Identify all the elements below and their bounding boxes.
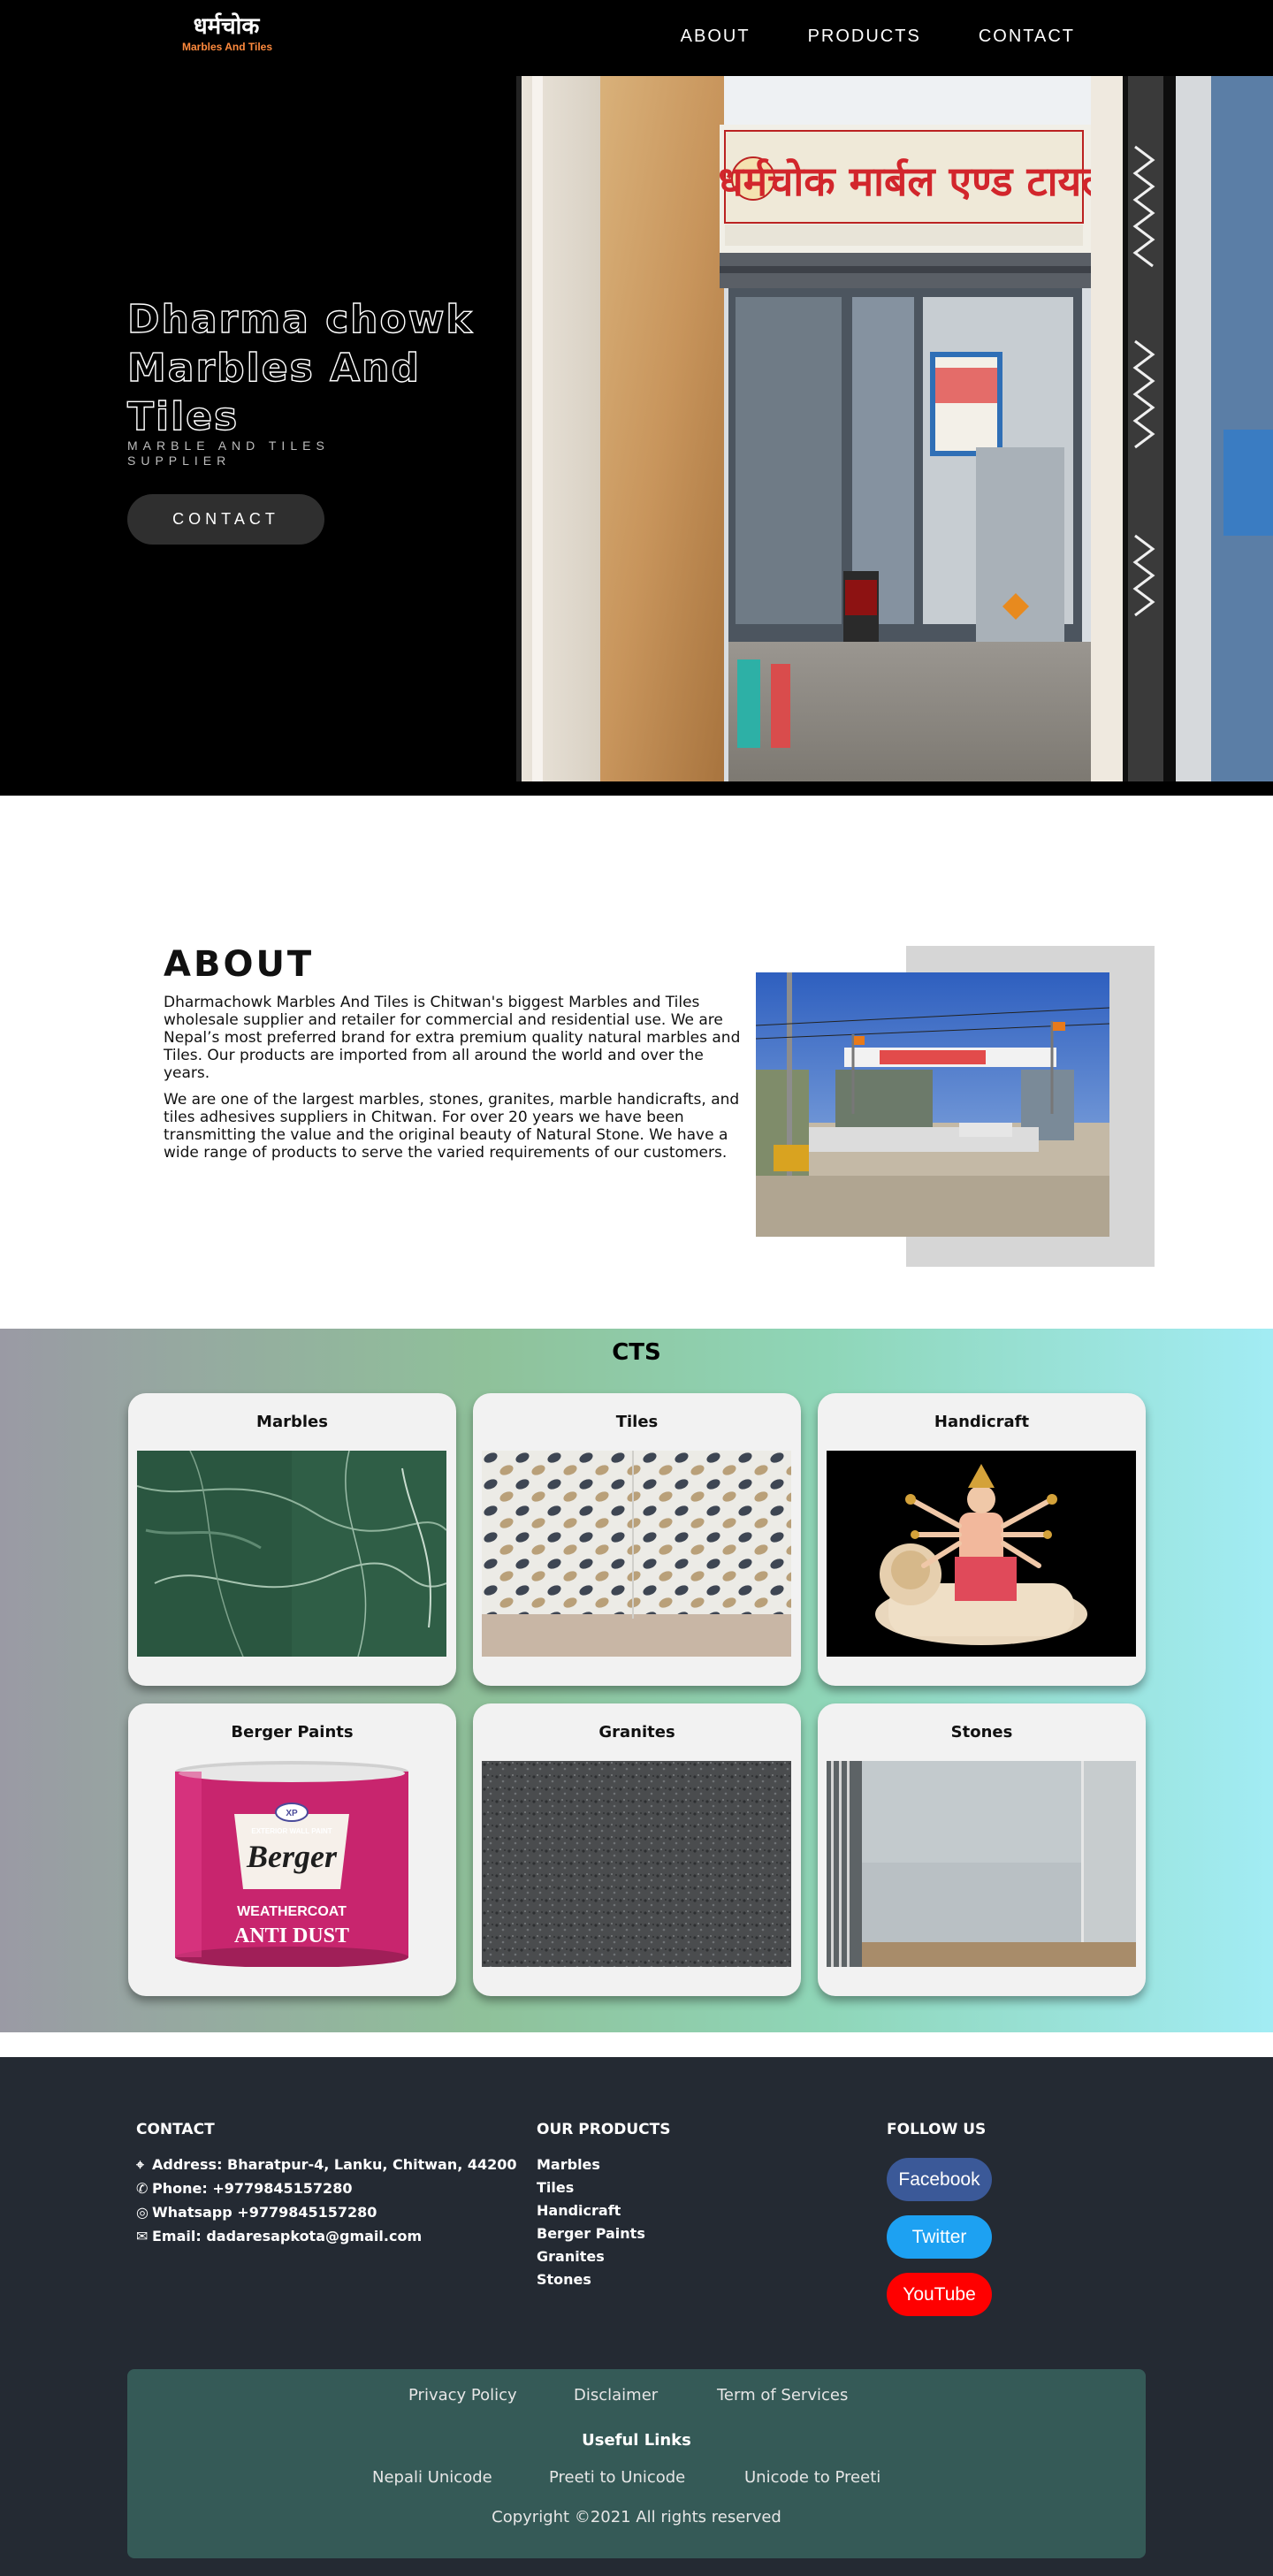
about-paragraph-1: Dharmachowk Marbles And Tiles is Chitwan… xyxy=(164,994,741,1082)
products-title: CTS xyxy=(612,1339,661,1366)
preeti-to-unicode-link[interactable]: Preeti to Unicode xyxy=(549,2468,685,2487)
nav-links: ABOUT PRODUCTS CONTACT xyxy=(681,27,1075,47)
product-card-title: Tiles xyxy=(615,1413,659,1431)
footer-product-link-handicraft[interactable]: Handicraft xyxy=(537,2202,621,2219)
site-logo[interactable]: धर्मचोक Marbles And Tiles xyxy=(182,12,273,53)
logo-subtitle: Marbles And Tiles xyxy=(182,41,273,53)
marbles-image xyxy=(137,1451,446,1657)
footer-product-link-berger-paints[interactable]: Berger Paints xyxy=(537,2225,645,2242)
location-pin-icon: ⌖ xyxy=(136,2156,145,2173)
product-card-title: Stones xyxy=(950,1723,1013,1741)
berger-paint-can-image: XP EXTERIOR WALL PAINT Berger WEATHERCOA… xyxy=(137,1761,446,1967)
about-title: ABOUT xyxy=(164,944,315,985)
berger-line2-text: ANTI DUST xyxy=(234,1924,349,1947)
product-card-granites[interactable]: Granites xyxy=(473,1703,801,1996)
phone-icon: ✆ xyxy=(136,2180,149,2197)
nav-link-contact[interactable]: CONTACT xyxy=(979,27,1075,47)
disclaimer-link[interactable]: Disclaimer xyxy=(574,2386,658,2405)
berger-brand-text: Berger xyxy=(246,1839,338,1874)
handicraft-image xyxy=(827,1451,1136,1657)
whatsapp-icon: ◎ xyxy=(136,2204,149,2221)
shop-sign-text: धर्मचोक मार्बल एण्ड टायल्स xyxy=(718,157,1129,205)
nepali-unicode-link[interactable]: Nepali Unicode xyxy=(372,2468,492,2487)
granites-image xyxy=(482,1761,791,1967)
top-navbar: धर्मचोक Marbles And Tiles ABOUT PRODUCTS… xyxy=(0,0,1273,76)
twitter-button[interactable]: Twitter xyxy=(887,2215,992,2259)
nav-link-products[interactable]: PRODUCTS xyxy=(808,27,921,47)
about-paragraph-2: We are one of the largest marbles, stone… xyxy=(164,1091,740,1162)
footer-email-text: Email: dadaresapkota@gmail.com xyxy=(152,2228,423,2244)
footer-whatsapp[interactable]: ◎ Whatsapp +9779845157280 xyxy=(136,2204,377,2221)
footer-address: ⌖ Address: Bharatpur-4, Lanku, Chitwan, 4… xyxy=(136,2156,517,2174)
product-card-title: Marbles xyxy=(256,1413,328,1431)
privacy-policy-link[interactable]: Privacy Policy xyxy=(408,2386,517,2405)
nav-link-about[interactable]: ABOUT xyxy=(681,27,751,47)
copyright-text: Copyright ©2021 All rights reserved xyxy=(492,2508,781,2526)
logo-title: धर्मचोक xyxy=(193,13,260,40)
products-section: CTS Marbles Tiles Handicraft Berger Pain… xyxy=(0,1329,1273,2032)
footer-products-title: OUR PRODUCTS xyxy=(537,2121,671,2138)
product-card-berger-paints[interactable]: Berger Paints XP EXTERIOR WALL PAINT Ber… xyxy=(128,1703,456,1996)
hero-subtitle: MARBLE AND TILES SUPPLIER xyxy=(127,438,330,468)
footer-follow-title: FOLLOW US xyxy=(887,2121,987,2138)
useful-links-title: Useful Links xyxy=(582,2431,691,2450)
term-of-services-link[interactable]: Term of Services xyxy=(717,2386,848,2405)
product-card-title: Berger Paints xyxy=(231,1723,354,1741)
product-card-marbles[interactable]: Marbles xyxy=(128,1393,456,1686)
hero-shop-photo: धर्मचोक मार्बल एण्ड टायल्स xyxy=(516,76,1273,781)
footer-product-link-stones[interactable]: Stones xyxy=(537,2271,591,2288)
unicode-to-preeti-link[interactable]: Unicode to Preeti xyxy=(744,2468,880,2487)
product-card-handicraft[interactable]: Handicraft xyxy=(818,1393,1146,1686)
envelope-icon: ✉ xyxy=(136,2228,149,2244)
footer-phone-text: Phone: +9779845157280 xyxy=(152,2180,353,2197)
product-card-title: Handicraft xyxy=(934,1413,1030,1431)
footer-product-link-marbles[interactable]: Marbles xyxy=(537,2156,600,2173)
footer-product-link-granites[interactable]: Granites xyxy=(537,2248,605,2265)
footer-contact-title: CONTACT xyxy=(136,2121,215,2138)
hero-contact-button[interactable]: CONTACT xyxy=(127,494,324,545)
about-street-photo xyxy=(756,972,1109,1237)
footer-phone[interactable]: ✆ Phone: +9779845157280 xyxy=(136,2180,352,2197)
product-card-title: Granites xyxy=(598,1723,675,1741)
product-card-tiles[interactable]: Tiles xyxy=(473,1393,801,1686)
footer-email[interactable]: ✉ Email: dadaresapkota@gmail.com xyxy=(136,2228,422,2244)
hero-section: Dharma chowk Marbles And Tiles MARBLE AN… xyxy=(0,76,1273,796)
stones-image xyxy=(827,1761,1136,1967)
footer-address-text: Address: Bharatpur-4, Lanku, Chitwan, 44… xyxy=(152,2156,517,2173)
tiles-image xyxy=(482,1451,791,1657)
berger-xp-logo: XP xyxy=(286,1809,298,1818)
youtube-button[interactable]: YouTube xyxy=(887,2273,992,2316)
footer-product-link-tiles[interactable]: Tiles xyxy=(537,2179,574,2196)
footer: CONTACT ⌖ Address: Bharatpur-4, Lanku, Ch… xyxy=(0,2057,1273,2576)
footer-links-box: Privacy Policy Disclaimer Term of Servic… xyxy=(127,2369,1146,2558)
footer-whatsapp-text: Whatsapp +9779845157280 xyxy=(152,2204,377,2221)
hero-title: Dharma chowk Marbles And Tiles xyxy=(126,296,474,439)
berger-can-top-text: EXTERIOR WALL PAINT xyxy=(251,1827,332,1835)
product-card-stones[interactable]: Stones xyxy=(818,1703,1146,1996)
berger-line1-text: WEATHERCOAT xyxy=(237,1904,347,1919)
facebook-button[interactable]: Facebook xyxy=(887,2158,992,2201)
